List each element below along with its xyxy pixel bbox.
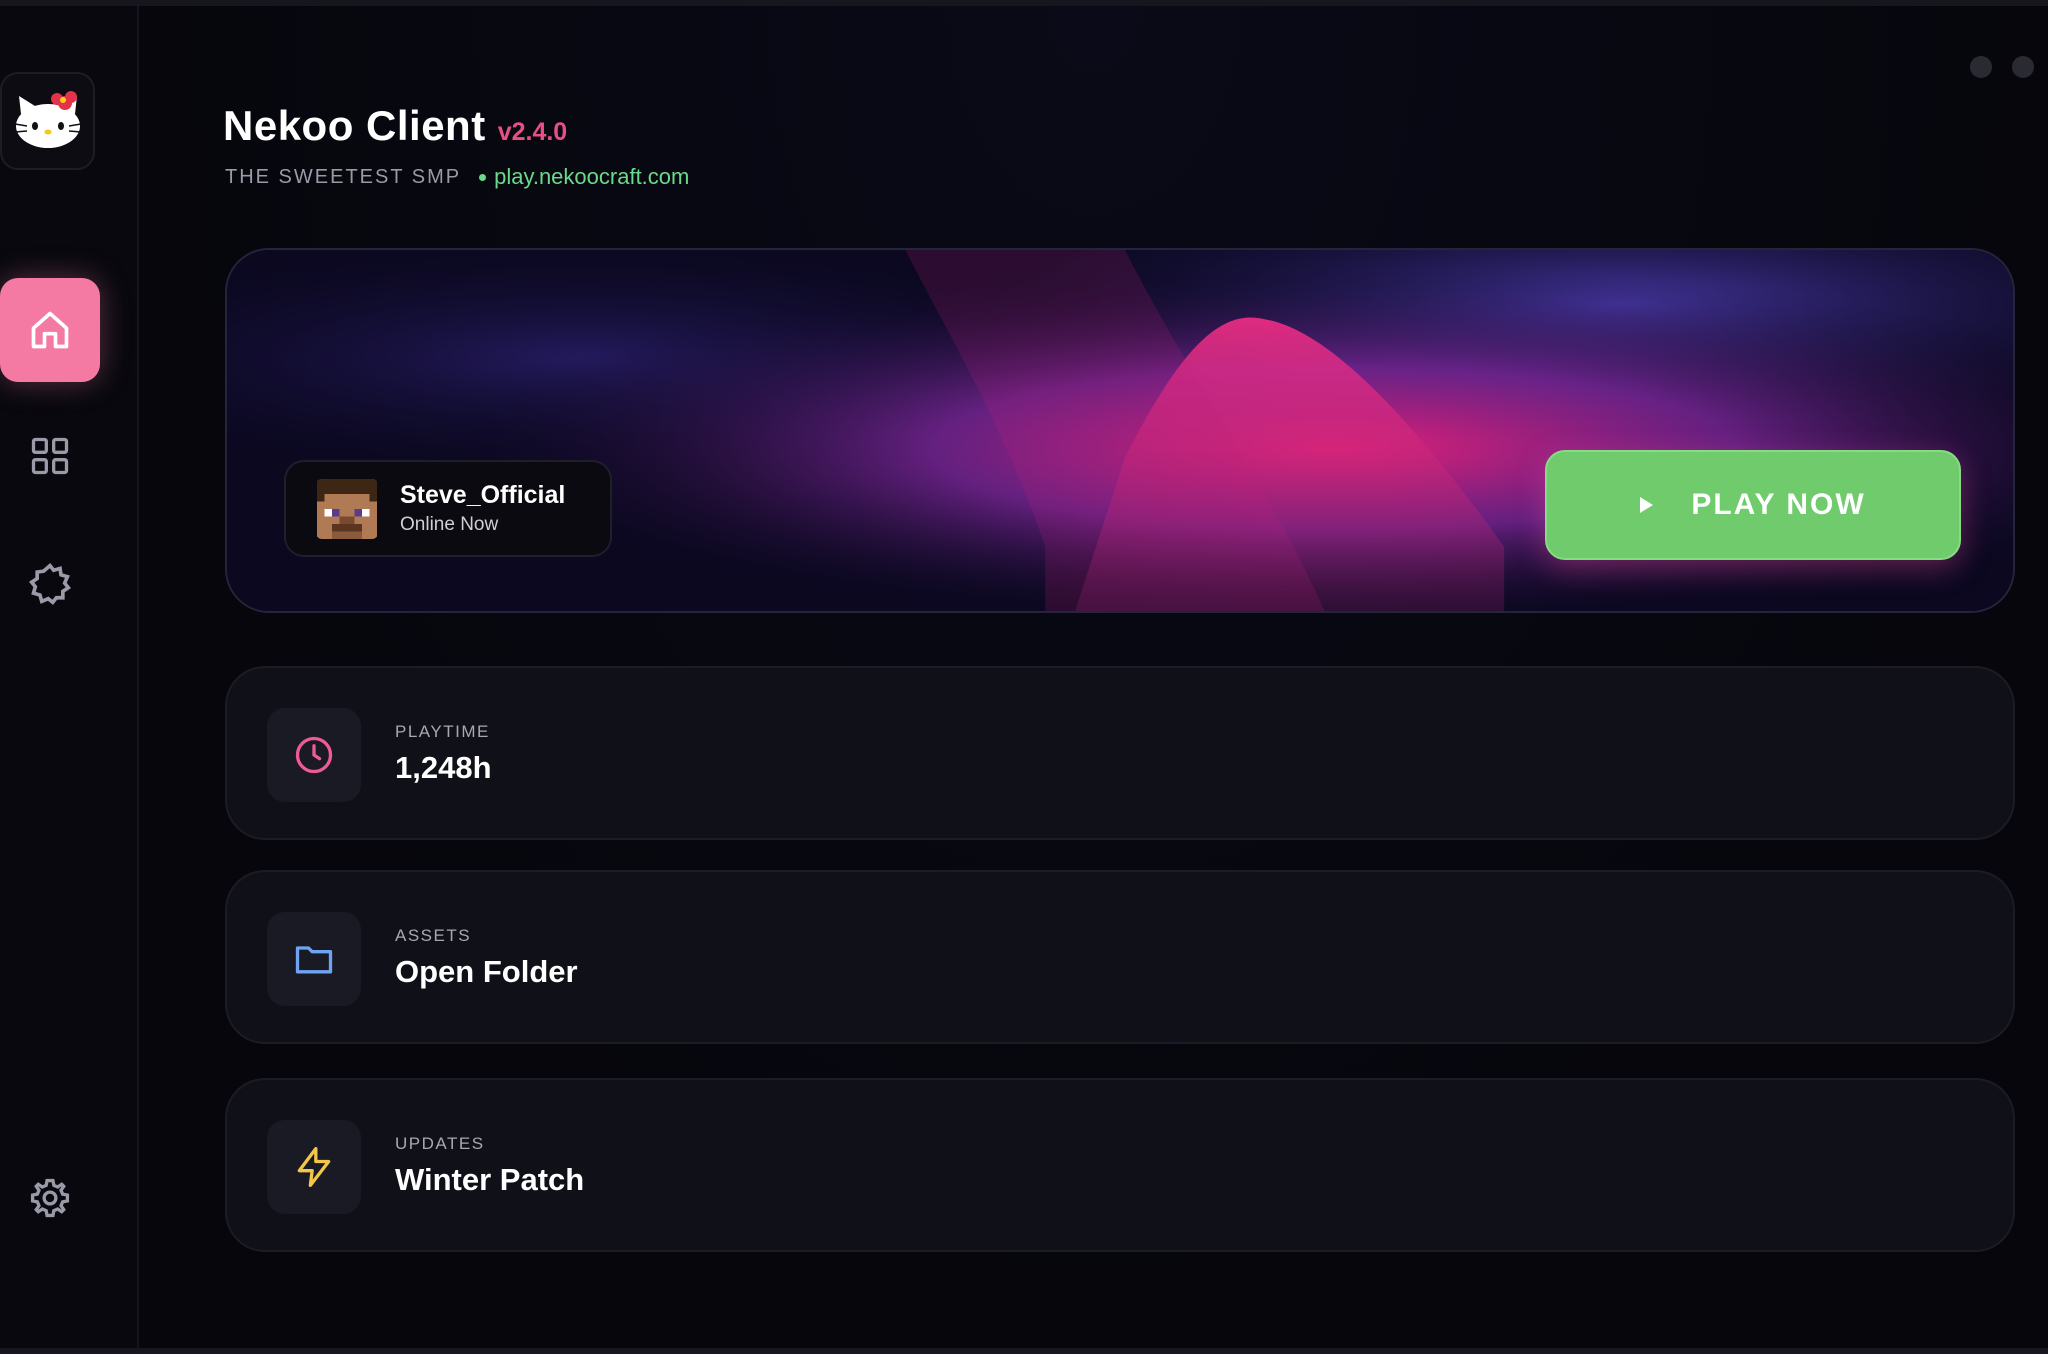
user-card[interactable]: Steve_Official Online Now bbox=[284, 460, 612, 557]
subheader: THE SWEETEST SMP play.nekoocraft.com bbox=[225, 164, 689, 190]
clock-icon bbox=[295, 736, 333, 774]
card-value: Open Folder bbox=[395, 954, 578, 989]
folder-icon bbox=[295, 946, 333, 974]
online-dot-icon bbox=[479, 173, 487, 181]
play-icon bbox=[1640, 497, 1654, 513]
username: Steve_Official bbox=[400, 481, 566, 509]
play-now-label: PLAY NOW bbox=[1691, 488, 1866, 521]
player-head-icon bbox=[317, 478, 377, 539]
server-address[interactable]: play.nekoocraft.com bbox=[479, 164, 689, 190]
card-label: PLAYTIME bbox=[395, 722, 490, 741]
sidebar bbox=[0, 6, 139, 1348]
grid-icon bbox=[31, 437, 69, 475]
playtime-icon-box bbox=[267, 708, 361, 802]
header: Nekoo Client v2.4.0 bbox=[223, 102, 567, 150]
bolt-icon bbox=[297, 1147, 331, 1187]
cat-logo-icon bbox=[14, 91, 81, 148]
assets-card[interactable]: ASSETS Open Folder bbox=[225, 870, 2015, 1044]
avatar bbox=[316, 478, 378, 539]
close-dot[interactable] bbox=[2012, 56, 2034, 78]
main-content: Nekoo Client v2.4.0 THE SWEETEST SMP pla… bbox=[139, 6, 2048, 1348]
assets-icon-box bbox=[267, 912, 361, 1006]
card-value: Winter Patch bbox=[395, 1162, 585, 1197]
app-version: v2.4.0 bbox=[497, 118, 568, 146]
tagline: THE SWEETEST SMP bbox=[225, 165, 462, 188]
sidebar-item-settings[interactable] bbox=[0, 1146, 100, 1250]
card-label: ASSETS bbox=[395, 926, 472, 945]
window-controls bbox=[1970, 56, 2034, 78]
sidebar-item-grid[interactable] bbox=[0, 404, 100, 508]
playtime-card: PLAYTIME 1,248h bbox=[225, 666, 2015, 840]
hero-banner: Steve_Official Online Now PLAY NOW bbox=[225, 248, 2015, 613]
card-value: 1,248h bbox=[395, 750, 492, 785]
server-address-text: play.nekoocraft.com bbox=[494, 164, 690, 189]
gear-outline-icon bbox=[28, 563, 72, 605]
sidebar-item-mods[interactable] bbox=[0, 532, 100, 636]
updates-icon-box bbox=[267, 1120, 361, 1214]
user-status: Online Now bbox=[400, 514, 499, 535]
updates-card[interactable]: UPDATES Winter Patch bbox=[225, 1078, 2015, 1252]
app-title: Nekoo Client bbox=[223, 102, 486, 149]
launcher-window: Nekoo Client v2.4.0 THE SWEETEST SMP pla… bbox=[0, 0, 2048, 1354]
settings-icon bbox=[30, 1178, 70, 1218]
minimize-dot[interactable] bbox=[1970, 56, 1992, 78]
card-label: UPDATES bbox=[395, 1134, 485, 1153]
user-info: Steve_Official Online Now bbox=[400, 481, 565, 536]
sidebar-item-home[interactable] bbox=[0, 278, 100, 382]
play-now-button[interactable]: PLAY NOW bbox=[1545, 450, 1961, 560]
home-icon bbox=[31, 311, 69, 349]
app-logo bbox=[0, 72, 95, 170]
